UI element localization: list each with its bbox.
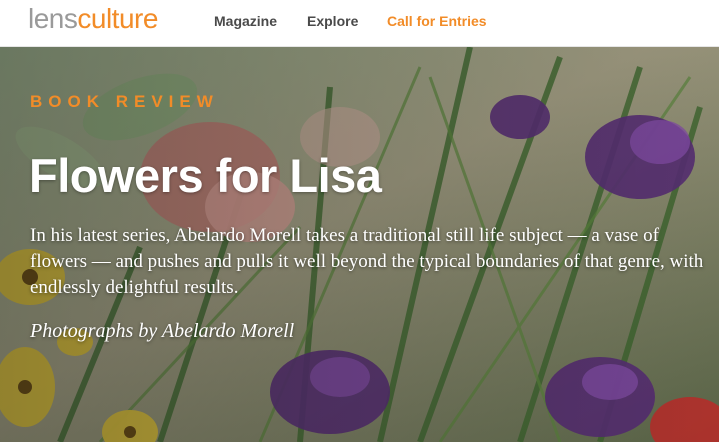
article-title: Flowers for Lisa xyxy=(29,149,382,202)
section-kicker: BOOK REVIEW xyxy=(30,92,219,111)
nav-explore-link[interactable]: Explore xyxy=(307,13,358,29)
lensculture-logo[interactable]: lensculture xyxy=(28,2,158,36)
logo-lens-text: lens xyxy=(28,3,78,34)
photo-credit: Photographs by Abelardo Morell xyxy=(30,320,295,342)
nav-call-for-entries-link[interactable]: Call for Entries xyxy=(387,13,487,29)
logo-culture-text: culture xyxy=(77,3,158,34)
article-description: In his latest series, Abelardo Morell ta… xyxy=(30,225,704,298)
nav-magazine-link[interactable]: Magazine xyxy=(214,13,277,29)
top-navigation-bar: lensculture Magazine Explore Call for En… xyxy=(0,0,719,47)
